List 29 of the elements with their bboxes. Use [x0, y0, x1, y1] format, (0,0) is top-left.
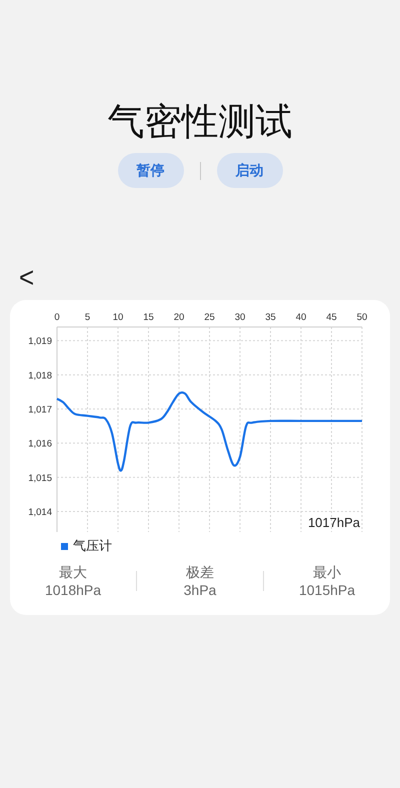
x-tick-label: 20	[174, 312, 184, 323]
stat-label: 最大	[59, 563, 87, 581]
pause-button[interactable]: 暂停	[118, 153, 184, 188]
y-tick-label: 1,018	[28, 370, 52, 382]
back-button[interactable]: <	[19, 262, 34, 292]
stat-value: 1015hPa	[298, 581, 356, 599]
stat-label: 极差	[186, 563, 214, 581]
x-tick-label: 0	[54, 312, 60, 323]
y-tick-label: 1,016	[28, 438, 52, 450]
page-title: 气密性测试	[108, 100, 292, 144]
x-tick-label: 50	[356, 312, 368, 323]
x-tick-label: 35	[265, 312, 276, 323]
x-tick-label: 25	[204, 312, 215, 323]
x-tick-label: 30	[234, 312, 246, 323]
stat-value: 1018hPa	[44, 581, 102, 599]
x-tick-label: 10	[112, 312, 124, 323]
x-tick-label: 40	[296, 312, 306, 323]
y-tick-label: 1,019	[28, 336, 52, 348]
stat-value: 3hPa	[184, 581, 216, 599]
legend-label: 气压计	[73, 537, 112, 555]
y-tick-label: 1,017	[28, 404, 52, 416]
stat-label: 最小	[313, 563, 341, 581]
y-tick-label: 1,014	[28, 507, 52, 518]
x-tick-label: 15	[143, 312, 154, 323]
current-reading: 1017hPa	[308, 515, 360, 530]
x-tick-label: 45	[326, 312, 337, 323]
start-button[interactable]: 启动	[216, 153, 282, 188]
y-tick-label: 1,015	[28, 472, 52, 484]
x-tick-label: 5	[84, 312, 90, 323]
